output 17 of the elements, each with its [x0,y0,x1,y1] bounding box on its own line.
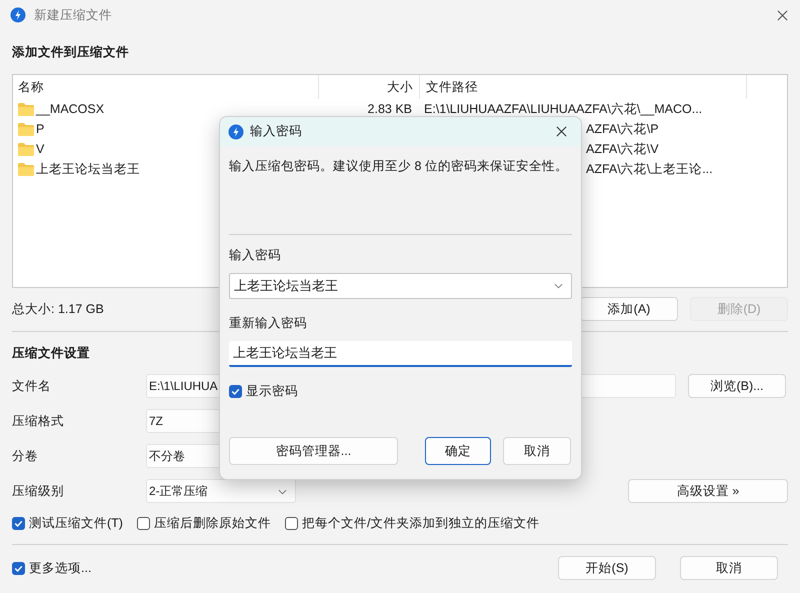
field-label: 压缩格式 [12,412,65,430]
field-label: 分卷 [12,448,39,464]
dialog-title: 输入密码 [250,123,302,140]
section-heading: 压缩文件设置 [12,345,90,362]
window-title: 新建压缩文件 [34,6,112,24]
file-size: 2.83 KB [368,102,412,116]
file-path: AZFA\六花\V [586,142,659,156]
section-heading: 添加文件到压缩文件 [12,44,129,61]
field-label: 输入密码 [229,247,281,264]
file-path: AZFA\六花\上老王论... [586,162,713,176]
field-label: 重新输入密码 [229,315,307,332]
field-label: 文件名 [12,378,52,394]
dialog-description: 输入压缩包密码。建议使用至少 8 位的密码来保证安全性。 [229,158,568,175]
field-label: 压缩级别 [12,482,65,500]
total-size-label: 总大小: 1.17 GB [12,300,105,318]
file-path: AZFA\六花\P [586,122,659,136]
file-path: E:\1\LIUHUAAZFA\LIUHUAAZFA\六花\__MACO... [424,102,702,116]
